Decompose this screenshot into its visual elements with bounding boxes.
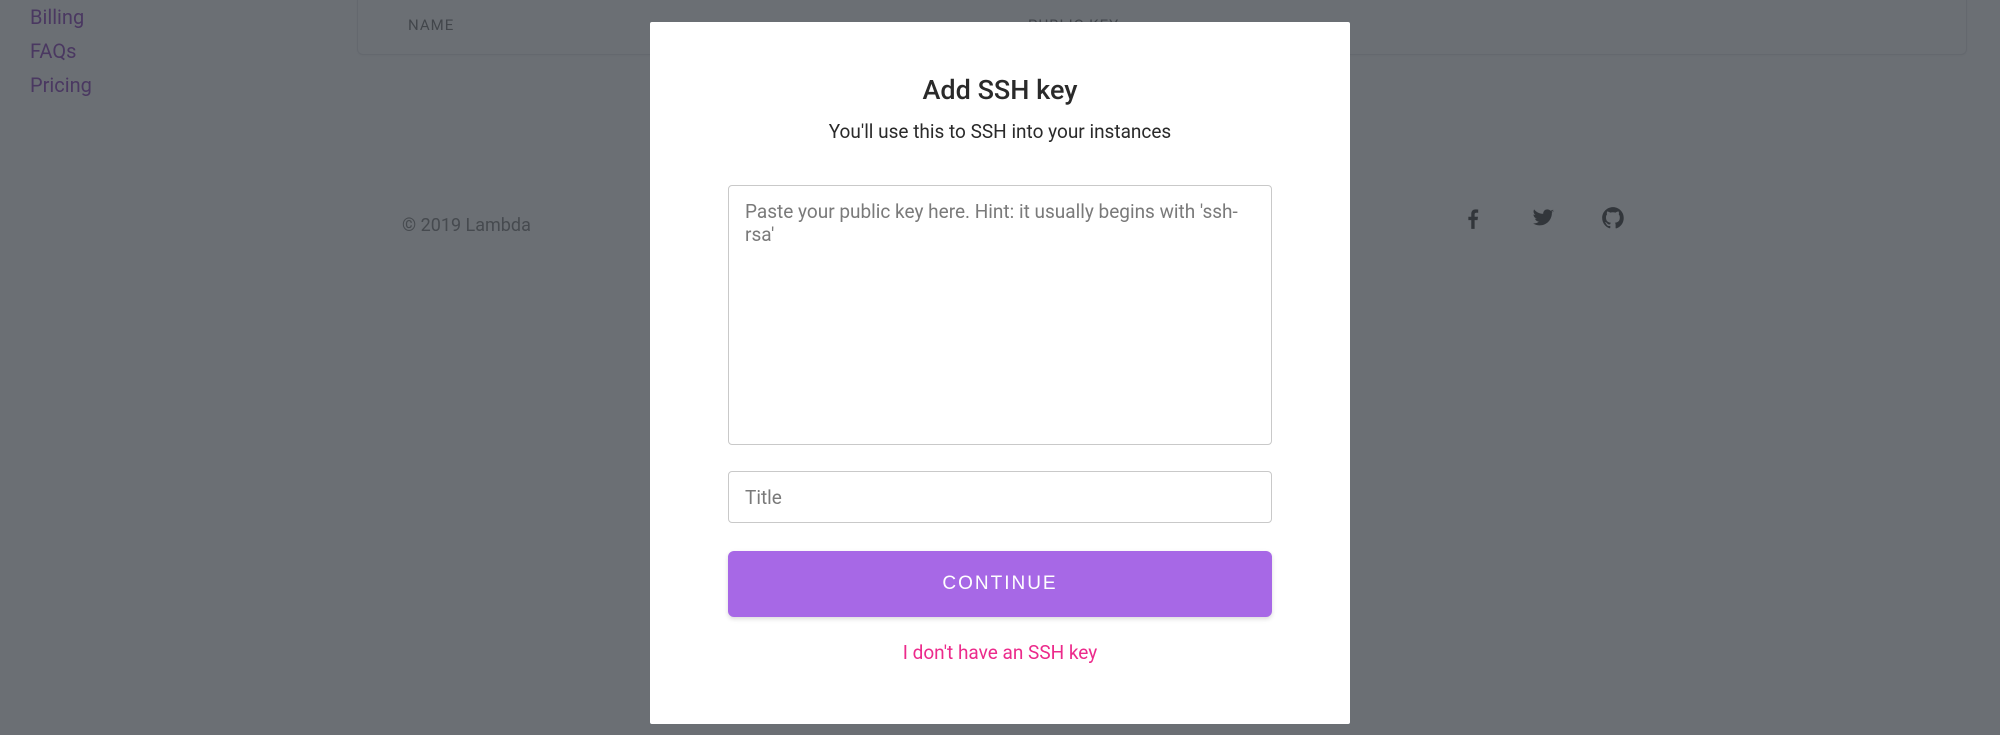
modal-overlay[interactable]: Add SSH key You'll use this to SSH into … [0, 0, 2000, 735]
modal-title: Add SSH key [728, 74, 1272, 106]
no-ssh-key-link[interactable]: I don't have an SSH key [728, 641, 1272, 664]
add-ssh-key-modal: Add SSH key You'll use this to SSH into … [650, 22, 1350, 724]
title-input[interactable] [728, 471, 1272, 523]
public-key-input[interactable] [728, 185, 1272, 445]
modal-subtitle: You'll use this to SSH into your instanc… [728, 120, 1272, 143]
continue-button[interactable]: CONTINUE [728, 551, 1272, 617]
